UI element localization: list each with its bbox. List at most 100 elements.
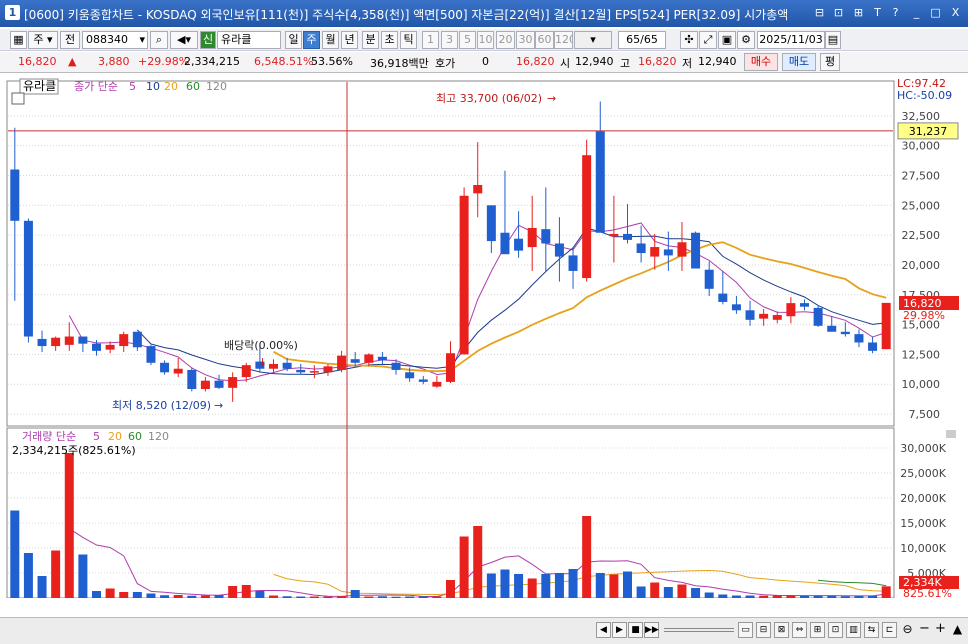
- period-kind-select[interactable]: 주 ▾: [28, 31, 58, 49]
- period-tab[interactable]: 주: [303, 31, 320, 49]
- last-pct: 29.98%: [903, 309, 945, 322]
- low-arrow-icon: →: [214, 399, 223, 412]
- volume-bar: [23, 553, 33, 598]
- volume-bar: [868, 595, 878, 598]
- sound-icon[interactable]: ◀▾: [170, 31, 198, 49]
- save-icon[interactable]: ▣: [718, 31, 736, 49]
- candle-body: [241, 365, 251, 378]
- candle-body: [704, 269, 714, 289]
- interval-button[interactable]: 30: [516, 31, 535, 49]
- app-icon: 1: [5, 5, 20, 20]
- period-tab[interactable]: 일: [285, 31, 302, 49]
- volume-bar: [92, 591, 101, 598]
- interval-button[interactable]: 3: [441, 31, 458, 49]
- zoom-icon[interactable]: ▭: [738, 622, 753, 638]
- tile-icon[interactable]: ⊡: [831, 5, 846, 20]
- candle-body: [731, 304, 741, 311]
- help-icon[interactable]: ?: [888, 5, 903, 20]
- volume-bar: [200, 595, 210, 598]
- sell-button[interactable]: 매도: [782, 53, 816, 71]
- volume-bar: [255, 591, 265, 598]
- close-button[interactable]: X: [948, 5, 963, 20]
- candle-body: [337, 355, 347, 370]
- candle-body: [772, 315, 782, 320]
- dividend-annotation: 배당락(0.00%): [224, 339, 298, 352]
- text-icon[interactable]: T: [870, 5, 885, 20]
- volume-bar: [527, 578, 537, 598]
- volume-bar: [337, 596, 347, 598]
- candle-body: [78, 336, 88, 344]
- layout-icon[interactable]: ⊟: [812, 5, 827, 20]
- period-tab[interactable]: 년: [341, 31, 358, 49]
- period-tab[interactable]: 틱: [400, 31, 417, 49]
- vol-tick-label: 30,000K: [900, 442, 946, 455]
- view-icon[interactable]: ▥: [846, 622, 861, 638]
- volume-bar: [745, 595, 755, 598]
- period-tab[interactable]: 분: [362, 31, 379, 49]
- minimize-button[interactable]: _: [909, 5, 924, 20]
- period-tab[interactable]: 월: [322, 31, 339, 49]
- buy-button[interactable]: 매수: [744, 53, 778, 71]
- interval-button[interactable]: 20: [496, 31, 515, 49]
- stop-button[interactable]: ■: [628, 622, 643, 638]
- volume-bar: [881, 586, 891, 598]
- search-icon[interactable]: ⌕: [150, 31, 168, 49]
- draw-icon[interactable]: ⤢: [699, 31, 717, 49]
- plus-icon[interactable]: +: [933, 622, 948, 638]
- scroll-right-button[interactable]: ▶: [612, 622, 627, 638]
- volume-bar: [691, 588, 701, 598]
- up-icon[interactable]: ▲: [950, 622, 965, 638]
- last-vol-pct: 825.61%: [903, 587, 952, 598]
- vol-tick-label: 10,000K: [900, 542, 946, 555]
- count-input[interactable]: 65/65: [618, 31, 666, 49]
- scroll-track[interactable]: [664, 628, 734, 632]
- expand-icon[interactable]: ⊡: [828, 622, 843, 638]
- compare-icon[interactable]: ⇆: [864, 622, 879, 638]
- period-tab[interactable]: 초: [381, 31, 398, 49]
- interval-button[interactable]: 60: [535, 31, 554, 49]
- pan-icon[interactable]: ⇔: [792, 622, 807, 638]
- restore-icon[interactable]: ⊏: [882, 622, 897, 638]
- scroll-bar: ◀ ▶ ■ ▶▶ ▭ ⊟ ⊠ ⇔ ⊞ ⊡ ▥ ⇆ ⊏ ⊖ − + ▲: [0, 617, 968, 644]
- candle-body: [473, 185, 483, 194]
- volume-bar: [377, 596, 387, 598]
- grid-icon[interactable]: ⊞: [851, 5, 866, 20]
- compress-icon[interactable]: ⊠: [774, 622, 789, 638]
- interval-select[interactable]: ▾: [574, 31, 612, 49]
- minus-icon[interactable]: −: [917, 622, 932, 638]
- vol-tick-label: 20,000K: [900, 492, 946, 505]
- interval-button[interactable]: 120: [554, 31, 573, 49]
- fit-icon[interactable]: ⊞: [810, 622, 825, 638]
- candle-body: [146, 346, 156, 363]
- candle-body: [527, 227, 537, 248]
- zoom-out-icon[interactable]: ⊖: [900, 622, 915, 638]
- stock-name-field[interactable]: 유라클: [217, 31, 281, 49]
- candle-body: [10, 169, 20, 221]
- analysis-icon[interactable]: ✣: [680, 31, 698, 49]
- compare-button[interactable]: 전: [60, 31, 80, 49]
- candle-body: [132, 331, 142, 348]
- settings-icon[interactable]: ⚙: [737, 31, 755, 49]
- interval-button[interactable]: 10: [477, 31, 494, 49]
- panel-menu-icon: [946, 430, 956, 438]
- volume-bar: [296, 596, 306, 598]
- scroll-left-button[interactable]: ◀: [596, 622, 611, 638]
- legend-ma-label: 종가 단순: [74, 80, 118, 93]
- volume-bar: [132, 592, 142, 598]
- date-input[interactable]: 2025/11/03: [757, 31, 825, 49]
- legend-ma: 120: [206, 80, 227, 93]
- hoga-value: 0: [482, 55, 489, 68]
- candle-body: [200, 380, 210, 390]
- fast-forward-button[interactable]: ▶▶: [644, 622, 659, 638]
- stock-code-input[interactable]: 088340 ▾: [82, 31, 148, 49]
- avg-button[interactable]: 평: [820, 53, 840, 71]
- interval-button[interactable]: 5: [459, 31, 476, 49]
- maximize-button[interactable]: □: [928, 5, 943, 20]
- split-icon[interactable]: ⊟: [756, 622, 771, 638]
- window-title: [0600] 키움종합차트 - KOSDAQ 외국인보유[111(천)] 주식수…: [24, 8, 789, 22]
- candle-body: [650, 247, 660, 257]
- calendar-icon[interactable]: ▤: [825, 31, 841, 49]
- interval-button[interactable]: 1: [422, 31, 439, 49]
- grid-menu-icon[interactable]: ▦: [10, 31, 27, 49]
- price-chart[interactable]: 32,50030,00027,50025,00022,50020,00017,5…: [0, 74, 968, 598]
